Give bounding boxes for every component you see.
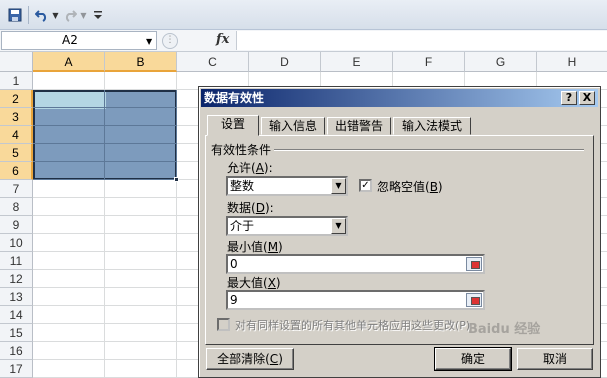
row-header[interactable]: 2	[0, 90, 33, 108]
tab-error-alert[interactable]: 出错警告	[327, 117, 391, 135]
redo-icon[interactable]	[60, 5, 80, 25]
column-header[interactable]: C	[177, 52, 249, 72]
data-select-value: 介于	[230, 219, 255, 233]
selected-cell[interactable]	[105, 108, 177, 126]
data-select[interactable]: 介于 ▼	[226, 216, 348, 236]
column-header[interactable]: A	[33, 52, 105, 72]
tab-label: 输入法模式	[401, 119, 462, 133]
quick-access-toolbar: ▼ ▼	[0, 0, 607, 30]
column-header[interactable]: G	[465, 52, 537, 72]
row-header[interactable]: 10	[0, 234, 33, 252]
allow-select-value: 整数	[230, 179, 255, 193]
row-header[interactable]: 6	[0, 162, 33, 180]
row-header[interactable]: 1	[0, 72, 33, 90]
column-header[interactable]: E	[321, 52, 393, 72]
tab-settings[interactable]: 设置	[207, 115, 259, 136]
selected-cell[interactable]	[105, 144, 177, 162]
selected-cell[interactable]	[33, 90, 105, 108]
chevron-down-icon[interactable]: ▼	[331, 218, 346, 234]
apply-to-all-label: 对有同样设置的所有其他单元格应用这些更改(P)	[235, 319, 471, 332]
maximum-input[interactable]: 9	[226, 290, 485, 310]
data-validation-dialog: 数据有效性 ? X 设置 输入信息 出错警告 输入法模式 有效性条件 允许(A)…	[198, 86, 601, 378]
data-label: 数据(D):	[227, 201, 274, 215]
row-header[interactable]: 3	[0, 108, 33, 126]
tab-label: 输入信息	[268, 119, 317, 133]
row-header[interactable]: 13	[0, 288, 33, 306]
ignore-blank-label: 忽略空值(B)	[377, 180, 443, 194]
tab-label: 出错警告	[334, 119, 383, 133]
range-select-icon[interactable]	[466, 257, 482, 271]
selected-cell[interactable]	[33, 162, 105, 180]
tab-label: 设置	[220, 117, 245, 131]
minimum-value: 0	[230, 257, 238, 271]
chevron-down-icon[interactable]: ▼	[146, 37, 152, 46]
selected-cell[interactable]	[33, 108, 105, 126]
allow-label: 允许(A):	[227, 161, 273, 175]
customize-toolbar-icon[interactable]	[92, 5, 104, 25]
help-button[interactable]: ?	[561, 91, 577, 105]
dialog-title: 数据有效性	[204, 91, 265, 105]
formula-bar: A2 ▼ ⋮ fx	[0, 30, 607, 52]
insert-function-icon[interactable]: fx	[216, 32, 229, 47]
undo-dropdown-icon[interactable]: ▼	[51, 5, 59, 25]
clear-all-button[interactable]: 全部清除(C)	[206, 348, 294, 370]
apply-to-all-checkbox[interactable]	[217, 318, 230, 331]
name-box-value: A2	[62, 33, 78, 47]
redo-dropdown-icon[interactable]: ▼	[79, 5, 87, 25]
row-header[interactable]: 8	[0, 198, 33, 216]
row-header[interactable]: 16	[0, 342, 33, 360]
row-header[interactable]: 17	[0, 360, 33, 378]
formula-input[interactable]	[236, 31, 607, 50]
selected-cell[interactable]	[33, 126, 105, 144]
column-header[interactable]: F	[393, 52, 465, 72]
cancel-button[interactable]: 取消	[517, 348, 593, 370]
row-header[interactable]: 11	[0, 252, 33, 270]
selected-cell[interactable]	[105, 126, 177, 144]
save-icon[interactable]	[6, 5, 24, 25]
fill-handle[interactable]	[174, 177, 179, 182]
tab-ime-mode[interactable]: 输入法模式	[393, 117, 471, 135]
column-header[interactable]: D	[249, 52, 321, 72]
close-button[interactable]: X	[579, 91, 595, 105]
tab-input-message[interactable]: 输入信息	[261, 117, 325, 135]
row-header[interactable]: 5	[0, 144, 33, 162]
column-header[interactable]: B	[105, 52, 177, 72]
maximum-value: 9	[230, 293, 238, 307]
column-header[interactable]: H	[537, 52, 607, 72]
validation-criteria-label: 有效性条件	[211, 141, 275, 158]
minimum-label: 最小值(M)	[227, 240, 283, 254]
selected-cell[interactable]	[105, 90, 177, 108]
selected-cell[interactable]	[105, 162, 177, 180]
range-select-icon[interactable]	[466, 293, 482, 307]
row-header[interactable]: 9	[0, 216, 33, 234]
row-header[interactable]: 14	[0, 306, 33, 324]
undo-icon[interactable]	[32, 5, 52, 25]
select-all-corner[interactable]	[0, 52, 33, 72]
row-header[interactable]: 15	[0, 324, 33, 342]
row-header[interactable]: 12	[0, 270, 33, 288]
selected-cell[interactable]	[33, 144, 105, 162]
row-header[interactable]: 4	[0, 126, 33, 144]
allow-select[interactable]: 整数 ▼	[226, 176, 348, 196]
maximum-label: 最大值(X)	[227, 276, 281, 290]
ok-button[interactable]: 确定	[434, 347, 512, 371]
dialog-titlebar[interactable]: 数据有效性 ? X	[201, 89, 598, 107]
ignore-blank-checkbox[interactable]: ✓	[359, 179, 372, 192]
chevron-down-icon[interactable]: ▼	[331, 178, 346, 194]
name-box[interactable]: A2 ▼	[1, 31, 157, 50]
row-header[interactable]: 7	[0, 180, 33, 198]
formula-bar-resize-icon[interactable]: ⋮	[162, 33, 178, 49]
selected-range[interactable]	[33, 90, 177, 180]
minimum-input[interactable]: 0	[226, 254, 485, 274]
